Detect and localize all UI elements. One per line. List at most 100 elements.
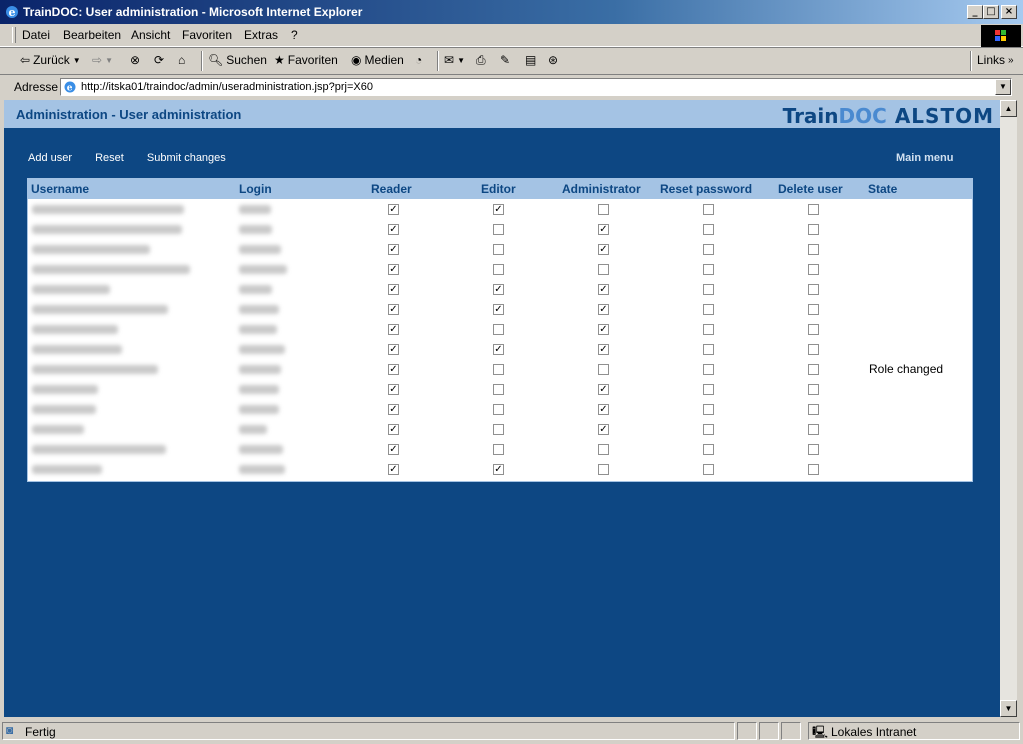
reset-checkbox[interactable] xyxy=(703,324,714,335)
reader-checkbox[interactable]: ✓ xyxy=(388,224,399,235)
reset-checkbox[interactable] xyxy=(703,304,714,315)
editor-checkbox[interactable]: ✓ xyxy=(493,464,504,475)
admin-checkbox[interactable]: ✓ xyxy=(598,404,609,415)
delete-checkbox[interactable] xyxy=(808,264,819,275)
delete-checkbox[interactable] xyxy=(808,244,819,255)
reader-checkbox[interactable]: ✓ xyxy=(388,404,399,415)
reader-checkbox[interactable]: ✓ xyxy=(388,384,399,395)
scroll-up-button[interactable]: ▲ xyxy=(1000,100,1017,117)
reader-checkbox[interactable]: ✓ xyxy=(388,304,399,315)
editor-checkbox[interactable] xyxy=(493,364,504,375)
delete-checkbox[interactable] xyxy=(808,384,819,395)
editor-checkbox[interactable] xyxy=(493,424,504,435)
admin-checkbox[interactable] xyxy=(598,464,609,475)
editor-checkbox[interactable] xyxy=(493,324,504,335)
discuss-button[interactable]: ▤ xyxy=(525,53,536,67)
address-input[interactable]: e http://itska01/traindoc/admin/useradmi… xyxy=(60,78,1012,96)
editor-checkbox[interactable]: ✓ xyxy=(493,204,504,215)
links-button[interactable]: Links» xyxy=(977,53,1014,67)
reset-checkbox[interactable] xyxy=(703,424,714,435)
menu-bearbeiten[interactable]: Bearbeiten xyxy=(63,28,121,42)
reset-checkbox[interactable] xyxy=(703,404,714,415)
admin-checkbox[interactable]: ✓ xyxy=(598,324,609,335)
admin-checkbox[interactable]: ✓ xyxy=(598,344,609,355)
admin-checkbox[interactable]: ✓ xyxy=(598,384,609,395)
reset-checkbox[interactable] xyxy=(703,344,714,355)
menu-datei[interactable]: Datei xyxy=(22,28,50,42)
reader-checkbox[interactable]: ✓ xyxy=(388,244,399,255)
menu-ansicht[interactable]: Ansicht xyxy=(131,28,170,42)
reset-checkbox[interactable] xyxy=(703,204,714,215)
scroll-down-button[interactable]: ▼ xyxy=(1000,700,1017,717)
vertical-scrollbar[interactable]: ▲ ▼ xyxy=(1000,100,1017,717)
editor-checkbox[interactable] xyxy=(493,244,504,255)
reset-checkbox[interactable] xyxy=(703,464,714,475)
admin-checkbox[interactable] xyxy=(598,444,609,455)
admin-checkbox[interactable]: ✓ xyxy=(598,304,609,315)
menu-help[interactable]: ? xyxy=(291,28,298,42)
reader-checkbox[interactable]: ✓ xyxy=(388,444,399,455)
editor-checkbox[interactable]: ✓ xyxy=(493,304,504,315)
reader-checkbox[interactable]: ✓ xyxy=(388,424,399,435)
admin-checkbox[interactable]: ✓ xyxy=(598,284,609,295)
reader-checkbox[interactable]: ✓ xyxy=(388,324,399,335)
favorites-button[interactable]: ★ Favoriten xyxy=(274,53,338,67)
main-menu-link[interactable]: Main menu xyxy=(896,152,953,164)
forward-button[interactable]: ⇨ ▼ xyxy=(92,53,113,67)
delete-checkbox[interactable] xyxy=(808,344,819,355)
reader-checkbox[interactable]: ✓ xyxy=(388,364,399,375)
window-title-bar[interactable]: e TrainDOC: User administration - Micros… xyxy=(0,0,1023,24)
mail-button[interactable]: ✉ ▼ xyxy=(444,53,465,67)
menu-favoriten[interactable]: Favoriten xyxy=(182,28,232,42)
delete-checkbox[interactable] xyxy=(808,204,819,215)
delete-checkbox[interactable] xyxy=(808,444,819,455)
reset-checkbox[interactable] xyxy=(703,384,714,395)
editor-checkbox[interactable] xyxy=(493,384,504,395)
reader-checkbox[interactable]: ✓ xyxy=(388,344,399,355)
editor-checkbox[interactable] xyxy=(493,444,504,455)
admin-checkbox[interactable]: ✓ xyxy=(598,424,609,435)
reset-link[interactable]: Reset xyxy=(95,152,124,164)
delete-checkbox[interactable] xyxy=(808,304,819,315)
reset-checkbox[interactable] xyxy=(703,224,714,235)
delete-checkbox[interactable] xyxy=(808,224,819,235)
delete-checkbox[interactable] xyxy=(808,404,819,415)
reader-checkbox[interactable]: ✓ xyxy=(388,204,399,215)
address-dropdown-button[interactable]: ▼ xyxy=(995,79,1011,95)
close-button[interactable]: × xyxy=(1001,5,1017,19)
delete-checkbox[interactable] xyxy=(808,364,819,375)
reader-checkbox[interactable]: ✓ xyxy=(388,464,399,475)
delete-checkbox[interactable] xyxy=(808,284,819,295)
media-button[interactable]: ◉ Medien xyxy=(351,53,404,67)
reset-checkbox[interactable] xyxy=(703,364,714,375)
editor-checkbox[interactable] xyxy=(493,224,504,235)
messenger-button[interactable]: ⊛ xyxy=(548,53,558,67)
admin-checkbox[interactable]: ✓ xyxy=(598,244,609,255)
add-user-link[interactable]: Add user xyxy=(28,152,72,164)
stop-button[interactable]: ⊗ xyxy=(130,53,140,67)
refresh-button[interactable]: ⟳ xyxy=(154,53,164,67)
reader-checkbox[interactable]: ✓ xyxy=(388,264,399,275)
admin-checkbox[interactable] xyxy=(598,264,609,275)
admin-checkbox[interactable] xyxy=(598,364,609,375)
reset-checkbox[interactable] xyxy=(703,244,714,255)
delete-checkbox[interactable] xyxy=(808,424,819,435)
back-button[interactable]: ⇦ Zurück ▼ xyxy=(20,53,81,67)
minimize-button[interactable]: _ xyxy=(967,5,983,19)
print-button[interactable]: ⎙ xyxy=(476,53,486,68)
editor-checkbox[interactable]: ✓ xyxy=(493,344,504,355)
edit-button[interactable]: ✎ xyxy=(500,53,510,67)
editor-checkbox[interactable]: ✓ xyxy=(493,284,504,295)
reset-checkbox[interactable] xyxy=(703,444,714,455)
reset-checkbox[interactable] xyxy=(703,284,714,295)
editor-checkbox[interactable] xyxy=(493,404,504,415)
submit-changes-link[interactable]: Submit changes xyxy=(147,152,226,164)
maximize-button[interactable]: □ xyxy=(983,5,999,19)
reset-checkbox[interactable] xyxy=(703,264,714,275)
home-button[interactable]: ⌂ xyxy=(178,53,185,67)
history-button[interactable]: ◔ xyxy=(415,53,422,67)
editor-checkbox[interactable] xyxy=(493,264,504,275)
delete-checkbox[interactable] xyxy=(808,324,819,335)
admin-checkbox[interactable]: ✓ xyxy=(598,224,609,235)
delete-checkbox[interactable] xyxy=(808,464,819,475)
